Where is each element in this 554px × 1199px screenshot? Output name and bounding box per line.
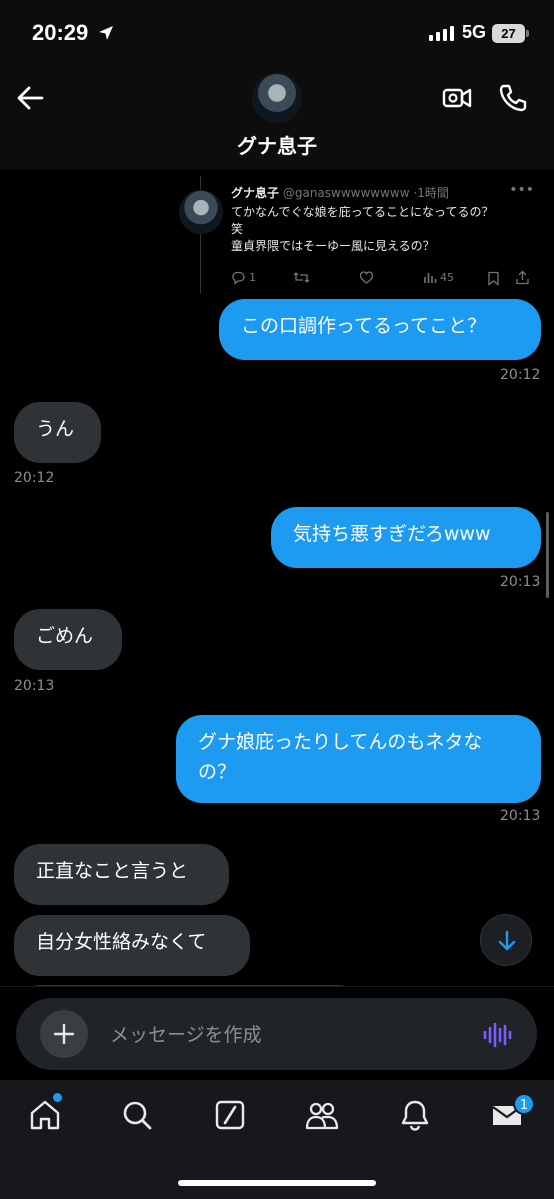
phone-call-icon[interactable] (498, 83, 528, 113)
incoming-message[interactable]: 自分女性絡みなくて (14, 915, 250, 976)
video-call-icon[interactable] (442, 83, 472, 113)
arrow-down-icon (498, 930, 516, 951)
more-icon[interactable]: ••• (509, 182, 534, 198)
avatar[interactable] (252, 73, 302, 123)
battery-icon: 27 (492, 24, 525, 43)
bookmark-icon[interactable] (487, 271, 500, 286)
analytics-icon (424, 273, 437, 283)
tweet-author-avatar[interactable] (179, 190, 223, 234)
home-notification-dot (53, 1093, 62, 1102)
network-type: 5G (462, 22, 487, 42)
repost-icon (293, 272, 310, 283)
page-title[interactable]: グナ息子 (0, 130, 554, 159)
reply-action[interactable]: 1 (231, 270, 256, 285)
messages-badge: 1 (513, 1093, 535, 1115)
outgoing-message[interactable]: この口調作ってるってこと？ (219, 299, 541, 360)
incoming-message[interactable]: 正直なこと言うと (14, 844, 229, 905)
outgoing-message[interactable]: グナ娘庇ったりしてんのもネタな の？ (176, 715, 541, 803)
reply-count: 1 (249, 271, 256, 284)
tweet-age: 1時間 (417, 186, 449, 200)
message-list[interactable]: グナ息子 @ganaswwwwwwww ·1時間 ••• てかなんでぐな娘を庇っ… (0, 170, 554, 986)
home-icon[interactable] (28, 1098, 62, 1132)
outgoing-message[interactable]: 気持ち悪すぎだろwww (271, 507, 541, 568)
views-action[interactable]: 45 (423, 270, 454, 284)
quoted-tweet-card[interactable]: グナ息子 @ganaswwwwwwww ·1時間 ••• てかなんでぐな娘を庇っ… (179, 176, 540, 294)
repost-action[interactable] (293, 270, 310, 285)
message-timestamp: 20:13 (500, 574, 541, 590)
message-input[interactable]: メッセージを作成 (110, 1020, 262, 1047)
incoming-message[interactable]: ごめん (14, 609, 122, 670)
notifications-bell-icon[interactable] (398, 1098, 432, 1132)
view-count: 45 (440, 270, 454, 284)
plus-icon (53, 1023, 75, 1045)
tweet-author-name: グナ息子 (231, 186, 280, 200)
share-icon[interactable] (515, 270, 530, 285)
home-indicator[interactable] (178, 1180, 376, 1186)
incoming-message[interactable]: うん (14, 402, 101, 463)
message-timestamp: 20:13 (14, 678, 55, 694)
signal-icon (429, 26, 454, 41)
voice-message-icon[interactable] (482, 1020, 512, 1050)
like-action[interactable] (359, 270, 374, 285)
tweet-header: グナ息子 @ganaswwwwwwww ·1時間 (231, 186, 449, 200)
heart-icon (359, 271, 374, 284)
tweet-handle: @ganaswwwwwwww (282, 186, 410, 200)
battery-tip (526, 30, 529, 37)
message-timestamp: 20:12 (14, 470, 55, 486)
conversation-header: 20:29 5G 27 グナ息子 (0, 0, 554, 170)
message-timestamp: 20:12 (500, 367, 541, 383)
tweet-actions: 1 45 (231, 270, 536, 288)
search-icon[interactable] (120, 1098, 154, 1132)
message-composer[interactable]: メッセージを作成 (16, 998, 537, 1070)
location-arrow-icon (99, 26, 113, 40)
scrollbar[interactable] (546, 512, 549, 598)
tweet-text: てかなんでぐな娘を庇ってることになってるの？ 笑 童貞界隈ではそーゆー風に見える… (231, 205, 494, 253)
communities-icon[interactable] (305, 1098, 339, 1132)
status-bar: 20:29 5G 27 (0, 0, 554, 66)
scroll-to-bottom-button[interactable] (480, 914, 532, 966)
back-arrow-icon[interactable] (14, 82, 46, 114)
message-timestamp: 20:13 (500, 808, 541, 824)
status-time: 20:29 (32, 20, 89, 45)
add-attachment-button[interactable] (40, 1010, 88, 1058)
grok-icon[interactable] (213, 1098, 247, 1132)
reply-icon (232, 271, 245, 285)
